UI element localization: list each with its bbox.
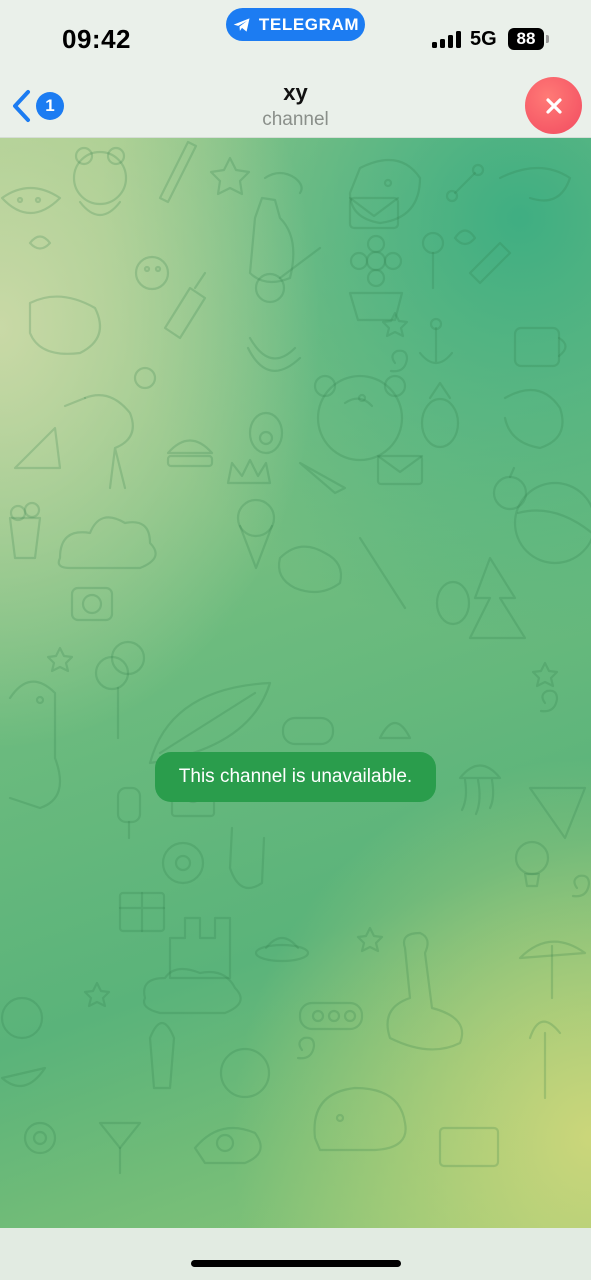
battery-icon: 88 (508, 27, 552, 50)
app-pill-label: TELEGRAM (258, 14, 360, 34)
home-indicator[interactable] (191, 1260, 401, 1267)
doodle-pattern (0, 140, 591, 1175)
chat-wallpaper: This channel is unavailable. (0, 138, 591, 1228)
status-time: 09:42 (62, 24, 131, 54)
network-type: 5G (470, 28, 497, 50)
telegram-channel-screen: 09:42 TELEGRAM 5G 88 1 xy channel This c… (0, 0, 591, 1280)
close-button[interactable] (525, 77, 582, 134)
chat-title[interactable]: xy (0, 80, 591, 106)
chat-subtitle: channel (262, 109, 329, 130)
telegram-app-pill[interactable]: TELEGRAM (226, 8, 365, 41)
top-bar: 09:42 TELEGRAM 5G 88 1 xy channel (0, 0, 591, 138)
bottom-area (0, 1228, 591, 1280)
signal-strength-icon (432, 30, 462, 48)
telegram-plane-icon (233, 17, 250, 32)
close-icon (545, 97, 562, 114)
battery-level: 88 (508, 27, 544, 50)
channel-unavailable-notice: This channel is unavailable. (155, 752, 436, 802)
